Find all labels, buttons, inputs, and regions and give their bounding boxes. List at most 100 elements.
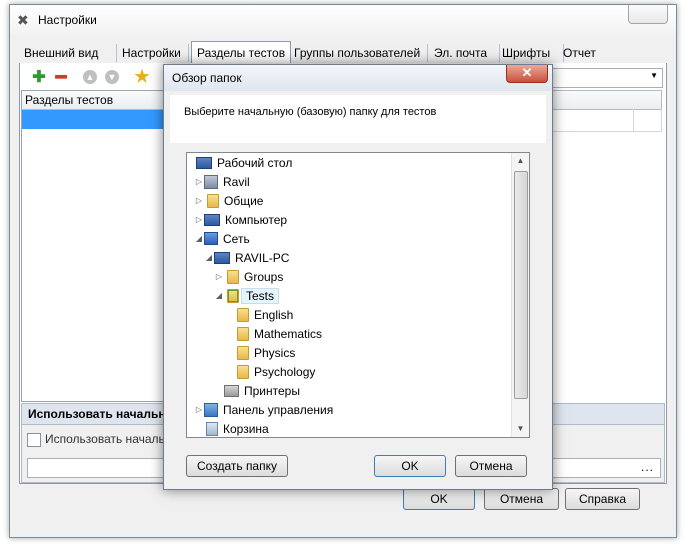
network-icon bbox=[204, 232, 218, 245]
selected-grid-row[interactable] bbox=[22, 110, 181, 129]
chevron-down-icon: ▼ bbox=[650, 71, 658, 80]
folder-icon bbox=[237, 326, 249, 341]
new-folder-button[interactable]: Создать папку bbox=[186, 455, 288, 477]
shared-folder-icon bbox=[227, 269, 239, 284]
ok-button[interactable]: OK bbox=[403, 488, 475, 510]
folder-icon bbox=[237, 307, 249, 322]
tree-node-label: Psychology bbox=[254, 364, 316, 379]
recycle-bin-icon bbox=[206, 421, 218, 436]
tree-node-english[interactable]: English bbox=[234, 305, 293, 324]
cancel-button[interactable]: Отмена bbox=[484, 488, 559, 510]
tree-expander[interactable]: ▷ bbox=[194, 177, 204, 186]
star-icon[interactable]: ★ bbox=[133, 67, 151, 86]
scroll-down-icon[interactable]: ▼ bbox=[512, 421, 529, 437]
tree-node-tests[interactable]: ◢ Tests bbox=[214, 286, 280, 305]
tree-expander[interactable]: ▷ bbox=[194, 196, 204, 205]
tree-node-mathematics[interactable]: Mathematics bbox=[234, 324, 322, 343]
tree-node-label: English bbox=[254, 307, 294, 322]
dialog-ok-button[interactable]: OK bbox=[374, 455, 446, 477]
tab-settings[interactable]: Настройки bbox=[117, 44, 189, 62]
tree-expander[interactable]: ◢ bbox=[214, 291, 224, 300]
tab-report[interactable]: Отчет bbox=[558, 44, 606, 62]
remove-icon[interactable]: ━ bbox=[52, 67, 70, 87]
tree-node-network[interactable]: ◢ Сеть bbox=[194, 229, 250, 248]
grid-cell[interactable] bbox=[550, 109, 634, 132]
tree-node-label: Сеть bbox=[223, 231, 250, 246]
folder-icon bbox=[207, 193, 219, 208]
tab-fonts[interactable]: Шрифты bbox=[497, 44, 564, 62]
help-button[interactable]: Справка bbox=[565, 488, 640, 510]
tab-test-sections[interactable]: Разделы тестов bbox=[191, 41, 291, 65]
grid-cell[interactable] bbox=[633, 109, 662, 132]
user-folder-icon bbox=[204, 174, 218, 189]
dialog-description-area: Выберите начальную (базовую) папку для т… bbox=[170, 95, 546, 143]
tree-node-groups[interactable]: ▷ Groups bbox=[214, 267, 283, 286]
tree-node-ravil[interactable]: ▷ Ravil bbox=[194, 172, 250, 191]
use-start-folder-checkbox[interactable] bbox=[27, 433, 41, 447]
tree-expander[interactable]: ◢ bbox=[204, 253, 214, 262]
dialog-cancel-button[interactable]: Отмена bbox=[455, 455, 527, 477]
tree-node-shared[interactable]: ▷ Общие bbox=[194, 191, 263, 210]
folder-icon bbox=[237, 364, 249, 379]
tree-node-desktop[interactable]: Рабочий стол bbox=[194, 153, 292, 172]
tree-node-label: RAVIL-PC bbox=[235, 250, 290, 265]
tree-node-recycle-bin[interactable]: Корзина bbox=[204, 419, 269, 438]
scrollbar-thumb[interactable] bbox=[514, 171, 528, 399]
grid-header: Разделы тестов bbox=[22, 91, 181, 110]
tree-node-physics[interactable]: Physics bbox=[234, 343, 295, 362]
tree-node-printers[interactable]: Принтеры bbox=[224, 381, 300, 400]
use-start-folder-label: Использовать начальн bbox=[45, 432, 172, 446]
dialog-body: Выберите начальную (базовую) папку для т… bbox=[170, 95, 546, 483]
tree-node-psychology[interactable]: Psychology bbox=[234, 362, 315, 381]
move-up-icon[interactable]: ▲ bbox=[81, 68, 99, 86]
tree-node-label: Рабочий стол bbox=[217, 155, 293, 170]
folder-icon bbox=[237, 345, 249, 360]
tab-user-groups[interactable]: Группы пользователей bbox=[289, 44, 428, 62]
computer-icon bbox=[204, 213, 220, 226]
tree-node-label: Принтеры bbox=[244, 383, 300, 398]
grid-header-right bbox=[550, 90, 662, 110]
tree-node-computer[interactable]: ▷ Компьютер bbox=[194, 210, 287, 229]
tree-node-label: Панель управления bbox=[223, 402, 334, 417]
tree-node-ravil-pc[interactable]: ◢ RAVIL-PC bbox=[204, 248, 290, 267]
folder-tree[interactable]: Рабочий стол ▷ Ravil ▷ Общие ▷ Компьютер… bbox=[186, 152, 530, 438]
tab-bar: Внешний вид Настройки Разделы тестов Гру… bbox=[19, 41, 665, 65]
tree-expander[interactable]: ▷ bbox=[194, 405, 204, 414]
tree-expander[interactable]: ▷ bbox=[214, 272, 224, 281]
add-icon[interactable]: ✚ bbox=[30, 68, 48, 86]
group-title: Использовать начальну bbox=[28, 407, 173, 421]
dialog-title: Обзор папок bbox=[172, 71, 242, 85]
browse-button[interactable]: ... bbox=[641, 460, 654, 474]
sections-grid[interactable]: Разделы тестов bbox=[21, 90, 182, 402]
tree-node-label: Physics bbox=[254, 345, 296, 360]
scroll-up-icon[interactable]: ▲ bbox=[512, 153, 529, 169]
tree-node-label: Tests bbox=[241, 287, 280, 304]
close-icon: ✕ bbox=[521, 65, 533, 80]
tab-email[interactable]: Эл. почта bbox=[429, 44, 500, 62]
computer-icon bbox=[214, 251, 230, 264]
printer-icon bbox=[224, 384, 239, 397]
dialog-titlebar[interactable]: Обзор папок ✕ bbox=[164, 65, 552, 91]
tree-expander[interactable]: ◢ bbox=[194, 234, 204, 243]
window-title: Настройки bbox=[38, 13, 97, 27]
grid-header-label: Разделы тестов bbox=[25, 93, 114, 107]
tree-scrollbar[interactable]: ▲ ▼ bbox=[511, 153, 529, 437]
move-down-icon[interactable]: ▼ bbox=[103, 68, 121, 86]
shared-folder-icon bbox=[227, 288, 239, 303]
dialog-description: Выберите начальную (базовую) папку для т… bbox=[184, 106, 437, 118]
dialog-close-button[interactable]: ✕ bbox=[506, 65, 548, 83]
desktop-icon bbox=[196, 156, 212, 169]
tab-appearance[interactable]: Внешний вид bbox=[19, 44, 117, 62]
tree-node-label: Ravil bbox=[223, 174, 250, 189]
settings-titlebar[interactable]: ✖ Настройки bbox=[10, 5, 676, 35]
control-panel-icon bbox=[204, 402, 218, 417]
tree-node-control-panel[interactable]: ▷ Панель управления bbox=[194, 400, 333, 419]
tree-node-label: Общие bbox=[224, 193, 264, 208]
grid-right-cells bbox=[550, 90, 662, 132]
browse-folders-dialog: Обзор папок ✕ Выберите начальную (базову… bbox=[163, 64, 553, 490]
tree-expander[interactable]: ▷ bbox=[194, 215, 204, 224]
tree-node-label: Компьютер bbox=[225, 212, 288, 227]
tree-node-label: Корзина bbox=[223, 421, 269, 436]
window-close-button[interactable] bbox=[628, 5, 668, 24]
tree-node-label: Mathematics bbox=[254, 326, 323, 341]
